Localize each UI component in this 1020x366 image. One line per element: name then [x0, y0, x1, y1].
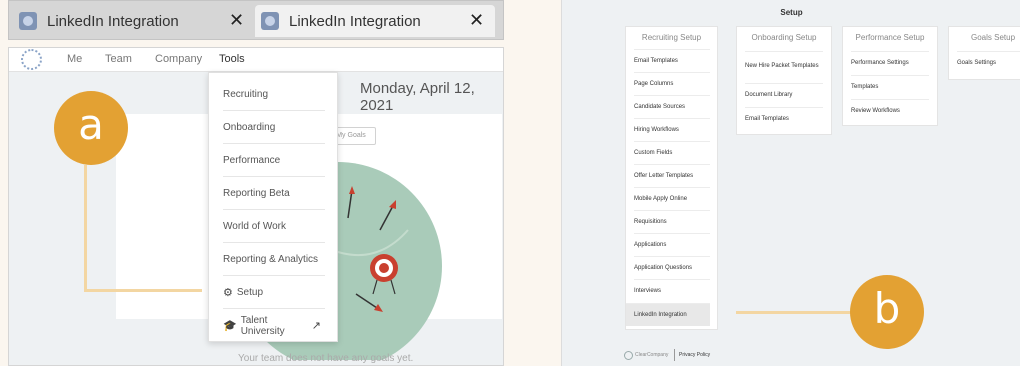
setup-link-email-templates[interactable]: Email Templates [745, 107, 823, 130]
setup-link-linkedin-integration[interactable]: LinkedIn Integration [626, 303, 710, 326]
panel-a-tools-menu-screenshot: LinkedIn Integration ✕ LinkedIn Integrat… [8, 0, 504, 366]
gear-icon: ⚙ [223, 286, 233, 299]
close-tab-icon[interactable]: ✕ [229, 10, 244, 31]
panel-b-setup-screenshot: Setup Recruiting Setup Email Templates P… [561, 0, 1020, 366]
setup-link-offer-letter-templates[interactable]: Offer Letter Templates [634, 164, 710, 187]
setup-link-new-hire-packet-templates[interactable]: New Hire Packet Templates [745, 51, 823, 81]
card-title: Onboarding Setup [751, 33, 817, 42]
setup-link-review-workflows[interactable]: Review Workflows [851, 99, 929, 122]
setup-link-page-columns[interactable]: Page Columns [634, 72, 710, 95]
target-center [379, 263, 389, 273]
card-title: Goals Setup [970, 33, 1016, 42]
setup-link-email-templates[interactable]: Email Templates [634, 49, 710, 72]
menu-item-reporting-analytics[interactable]: Reporting & Analytics [223, 243, 325, 276]
menu-item-label: Performance [223, 154, 281, 166]
tools-dropdown-menu: Recruiting Onboarding Performance Report… [208, 72, 338, 342]
onboarding-setup-card: Onboarding Setup New Hire Packet Templat… [736, 26, 832, 135]
callout-line [84, 289, 202, 292]
menu-item-onboarding[interactable]: Onboarding [223, 111, 325, 144]
callout-line [736, 311, 851, 314]
nav-item-tools[interactable]: Tools [219, 53, 245, 65]
setup-link-interviews[interactable]: Interviews [634, 279, 710, 302]
company-logo-icon[interactable] [21, 49, 42, 70]
menu-item-reporting-beta[interactable]: Reporting Beta [223, 177, 325, 210]
goals-setup-card: Goals Setup Goals Settings [948, 26, 1020, 80]
menu-item-talent-university[interactable]: 🎓 Talent University ↗ [223, 309, 325, 342]
favicon-icon [261, 12, 279, 30]
performance-setup-card: Performance Setup Performance Settings T… [842, 26, 938, 126]
company-logo-icon [624, 351, 633, 360]
card-title: Recruiting Setup [641, 33, 702, 42]
top-navigation: Me Team Company Tools [9, 48, 503, 72]
menu-item-performance[interactable]: Performance [223, 144, 325, 177]
browser-tab[interactable]: LinkedIn Integration ✕ [19, 5, 257, 37]
step-badge-a: a [54, 91, 128, 165]
empty-goals-message: Your team does not have any goals yet. [238, 353, 414, 364]
setup-link-mobile-apply-online[interactable]: Mobile Apply Online [634, 187, 710, 210]
menu-item-label: Reporting & Analytics [223, 253, 319, 265]
menu-item-label: World of Work [223, 220, 286, 232]
setup-link-goals-settings[interactable]: Goals Settings [957, 51, 1020, 74]
setup-link-requisitions[interactable]: Requisitions [634, 210, 710, 233]
current-date: Monday, April 12, 2021 [360, 80, 475, 114]
footer-divider [674, 349, 675, 361]
menu-item-label: Recruiting [223, 88, 269, 100]
nav-item-company[interactable]: Company [155, 53, 202, 65]
menu-item-setup[interactable]: ⚙ Setup [223, 276, 325, 309]
setup-link-templates[interactable]: Templates [851, 75, 929, 98]
menu-item-label: Talent University [240, 314, 285, 337]
setup-link-hiring-workflows[interactable]: Hiring Workflows [634, 118, 710, 141]
favicon-icon [19, 12, 37, 30]
setup-link-applications[interactable]: Applications [634, 233, 710, 256]
close-tab-icon[interactable]: ✕ [469, 10, 484, 31]
setup-page-title: Setup [780, 8, 803, 17]
recruiting-setup-card: Recruiting Setup Email Templates Page Co… [625, 26, 718, 330]
card-title: Performance Setup [855, 33, 925, 42]
menu-item-label: Onboarding [223, 121, 276, 133]
menu-item-label: Reporting Beta [223, 187, 290, 199]
external-link-icon: ↗ [311, 320, 321, 332]
setup-link-custom-fields[interactable]: Custom Fields [634, 141, 710, 164]
nav-item-team[interactable]: Team [105, 53, 132, 65]
callout-line [84, 165, 87, 292]
setup-link-candidate-sources[interactable]: Candidate Sources [634, 95, 710, 118]
menu-item-world-of-work[interactable]: World of Work [223, 210, 325, 243]
browser-tab-strip: LinkedIn Integration ✕ LinkedIn Integrat… [8, 0, 504, 40]
step-badge-b: b [850, 275, 924, 349]
browser-tab-active[interactable]: LinkedIn Integration ✕ [255, 5, 495, 37]
tab-title: LinkedIn Integration [289, 12, 421, 30]
tab-title: LinkedIn Integration [47, 12, 179, 30]
menu-item-recruiting[interactable]: Recruiting [223, 78, 325, 111]
privacy-policy-link[interactable]: Privacy Policy [679, 352, 710, 358]
footer-company-name: ClearCompany [635, 352, 669, 358]
setup-link-performance-settings[interactable]: Performance Settings [851, 51, 929, 74]
setup-link-application-questions[interactable]: Application Questions [634, 256, 710, 279]
nav-item-me[interactable]: Me [67, 53, 82, 65]
setup-link-document-library[interactable]: Document Library [745, 83, 823, 106]
graduation-cap-icon: 🎓 [223, 320, 237, 332]
menu-item-label: Setup [236, 286, 264, 298]
